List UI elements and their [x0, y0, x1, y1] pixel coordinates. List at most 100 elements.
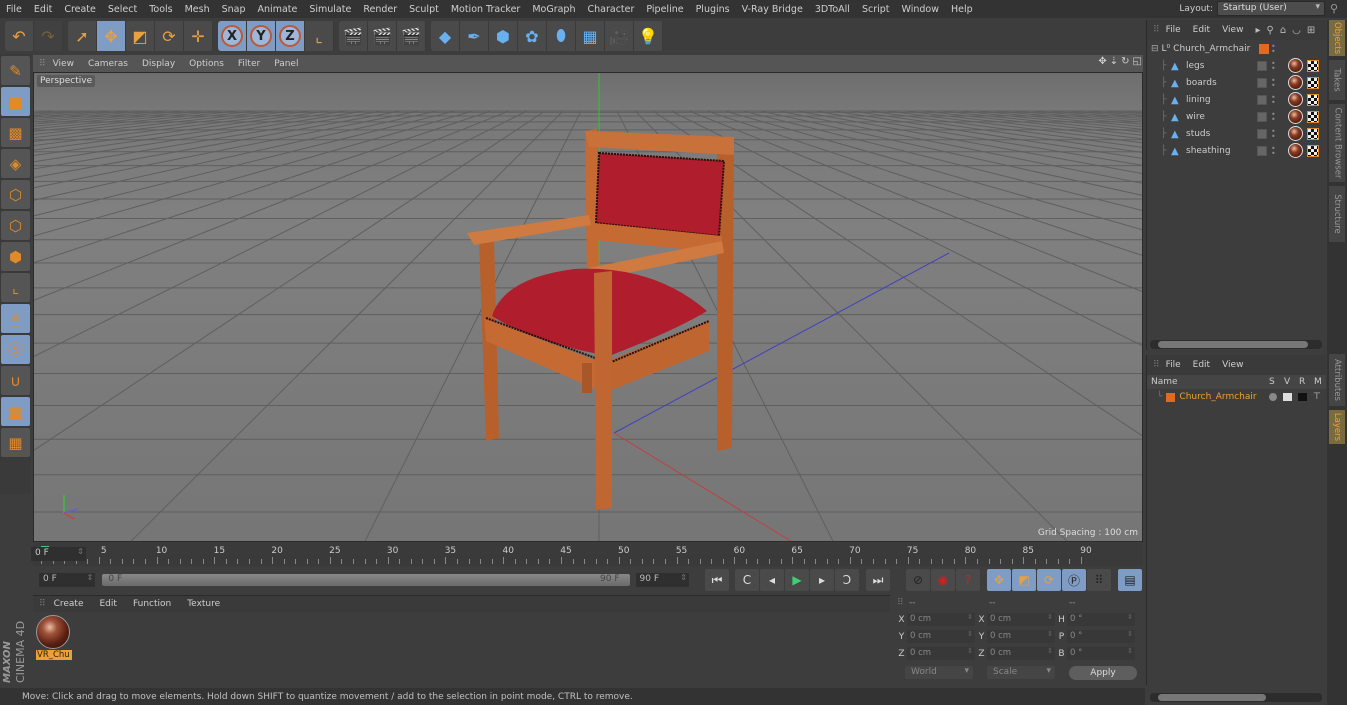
viewport-menu-display[interactable]: Display [135, 59, 182, 69]
scroll-thumb[interactable] [1158, 341, 1308, 348]
coordinate-mode-dropdown[interactable]: World [905, 666, 973, 679]
rotation-field[interactable]: 0 ° [1067, 647, 1135, 660]
size-field[interactable]: 0 cm [987, 647, 1055, 660]
pen-button[interactable]: ✒ [460, 21, 489, 51]
new-view-icon[interactable]: ⊞ [1307, 25, 1315, 36]
material-tag-icon[interactable] [1288, 75, 1303, 90]
texture-mode-button[interactable]: ▩ [1, 118, 30, 147]
object-menu-edit[interactable]: Edit [1187, 25, 1216, 35]
menu-snap[interactable]: Snap [216, 4, 252, 15]
bookmark-icon[interactable]: ◡ [1292, 25, 1301, 36]
layer-row[interactable]: └ Church_Armchair ⊤ [1147, 389, 1326, 405]
object-row[interactable]: ├ ▲ boards • • [1147, 74, 1326, 91]
render-picture-viewer-button[interactable]: 🎬 [368, 21, 397, 51]
key-pla-button[interactable]: ⠿ [1087, 569, 1111, 591]
uvw-tag-icon[interactable] [1307, 144, 1319, 157]
menu-character[interactable]: Character [581, 4, 640, 15]
menu-motion-tracker[interactable]: Motion Tracker [445, 4, 527, 15]
add-button[interactable]: ✛ [184, 21, 213, 51]
move-button[interactable]: ✥ [97, 21, 126, 51]
visibility-dots[interactable]: • • [1271, 42, 1276, 55]
side-tab-content-browser[interactable]: Content Browser [1329, 104, 1345, 182]
tweak-mode-button[interactable]: 🖱 [1, 304, 30, 333]
material-tag-icon[interactable] [1288, 126, 1303, 141]
viewport-menu-view[interactable]: View [46, 59, 81, 69]
material-tag-icon[interactable] [1288, 92, 1303, 107]
material-swatch[interactable]: VR_Chu [36, 615, 72, 665]
rotation-field[interactable]: 0 ° [1067, 630, 1135, 643]
live-selection-button[interactable]: ➚ [68, 21, 97, 51]
orbit-icon[interactable]: ↻ [1121, 56, 1129, 67]
3d-viewport[interactable]: Perspective Grid Spacing : 100 cm [33, 72, 1143, 542]
goto-end-button[interactable]: ⏭ [866, 569, 890, 591]
key-scale-button[interactable]: ◩ [1012, 569, 1036, 591]
viewport-menu-cameras[interactable]: Cameras [81, 59, 135, 69]
visibility-dots[interactable]: • • [1271, 110, 1276, 123]
edges-mode-button[interactable]: ⬡ [1, 211, 30, 240]
next-key-button[interactable]: Ɔ [835, 569, 859, 591]
record-active-button[interactable]: ◉ [931, 569, 955, 591]
uvw-tag-icon[interactable] [1307, 76, 1319, 89]
prev-frame-button[interactable]: ◂ [760, 569, 784, 591]
material-menu-edit[interactable]: Edit [92, 599, 125, 609]
goto-start-button[interactable]: ⏮ [705, 569, 729, 591]
key-position-button[interactable]: ✥ [987, 569, 1011, 591]
object-row[interactable]: ├ ▲ lining • • [1147, 91, 1326, 108]
solo-button[interactable]: Ⓢ [1, 335, 30, 364]
menu-script[interactable]: Script [856, 4, 896, 15]
pan-icon[interactable]: ✥ [1098, 56, 1106, 67]
z-axis-button[interactable]: Z [276, 21, 305, 51]
rotate-button[interactable]: ⟳ [155, 21, 184, 51]
frame-range-slider[interactable]: 0 F 90 F [102, 574, 630, 586]
scroll-thumb[interactable] [1158, 694, 1266, 701]
search-icon[interactable]: ⚲ [1330, 2, 1342, 15]
lock-workplane-button[interactable]: ▦ [1, 397, 30, 426]
coordinate-system-button[interactable]: ⌞ [305, 21, 334, 51]
axis-mode-button[interactable]: ⌞ [1, 273, 30, 302]
side-tab-structure[interactable]: Structure [1329, 186, 1345, 242]
menu-pipeline[interactable]: Pipeline [640, 4, 689, 15]
object-row[interactable]: ├ ▲ sheathing • • [1147, 142, 1326, 159]
make-editable-button[interactable]: ✎ [1, 56, 30, 85]
position-field[interactable]: 0 cm [907, 630, 975, 643]
menu-create[interactable]: Create [58, 4, 102, 15]
collapse-icon[interactable]: ⊟ [1151, 44, 1159, 54]
size-field[interactable]: 0 cm [987, 630, 1055, 643]
menu-file[interactable]: File [0, 4, 28, 15]
layer-tag[interactable] [1257, 60, 1267, 71]
autokey-button[interactable]: ? [956, 569, 980, 591]
home-icon[interactable]: ⌂ [1280, 25, 1286, 36]
layer-tag[interactable] [1257, 94, 1267, 105]
render-view-button[interactable]: 🎬 [339, 21, 368, 51]
menu-tools[interactable]: Tools [143, 4, 178, 15]
layer-tag[interactable] [1257, 145, 1267, 156]
visibility-dots[interactable]: • • [1271, 144, 1276, 157]
side-tab-layers[interactable]: Layers [1329, 410, 1345, 444]
object-row[interactable]: ├ ▲ legs • • [1147, 57, 1326, 74]
material-tag-icon[interactable] [1288, 109, 1303, 124]
view-label[interactable]: Perspective [37, 75, 96, 87]
menu-animate[interactable]: Animate [252, 4, 304, 15]
layer-tag[interactable] [1257, 77, 1267, 88]
uvw-tag-icon[interactable] [1307, 93, 1319, 106]
menu-sculpt[interactable]: Sculpt [403, 4, 445, 15]
material-menu-create[interactable]: Create [46, 599, 92, 609]
size-field[interactable]: 0 cm [987, 613, 1055, 626]
visibility-dots[interactable]: • • [1271, 76, 1276, 89]
camera-button[interactable]: 🎥 [605, 21, 634, 51]
menu-plugins[interactable]: Plugins [690, 4, 736, 15]
planar-workplane-button[interactable]: ▦ [1, 428, 30, 457]
view-toggle[interactable] [1283, 393, 1292, 401]
x-axis-button[interactable]: X [218, 21, 247, 51]
visibility-dots[interactable]: • • [1271, 93, 1276, 106]
solo-toggle[interactable] [1269, 393, 1277, 401]
snap-button[interactable]: ∪ [1, 366, 30, 395]
uvw-tag-icon[interactable] [1307, 127, 1319, 140]
position-field[interactable]: 0 cm [907, 647, 975, 660]
timeline-button[interactable]: ▤ [1118, 569, 1142, 591]
light-button[interactable]: 💡 [634, 21, 663, 51]
next-frame-button[interactable]: ▸ [810, 569, 834, 591]
material-menu-texture[interactable]: Texture [179, 599, 228, 609]
uvw-tag-icon[interactable] [1307, 59, 1319, 72]
deformer-button[interactable]: ⬮ [547, 21, 576, 51]
